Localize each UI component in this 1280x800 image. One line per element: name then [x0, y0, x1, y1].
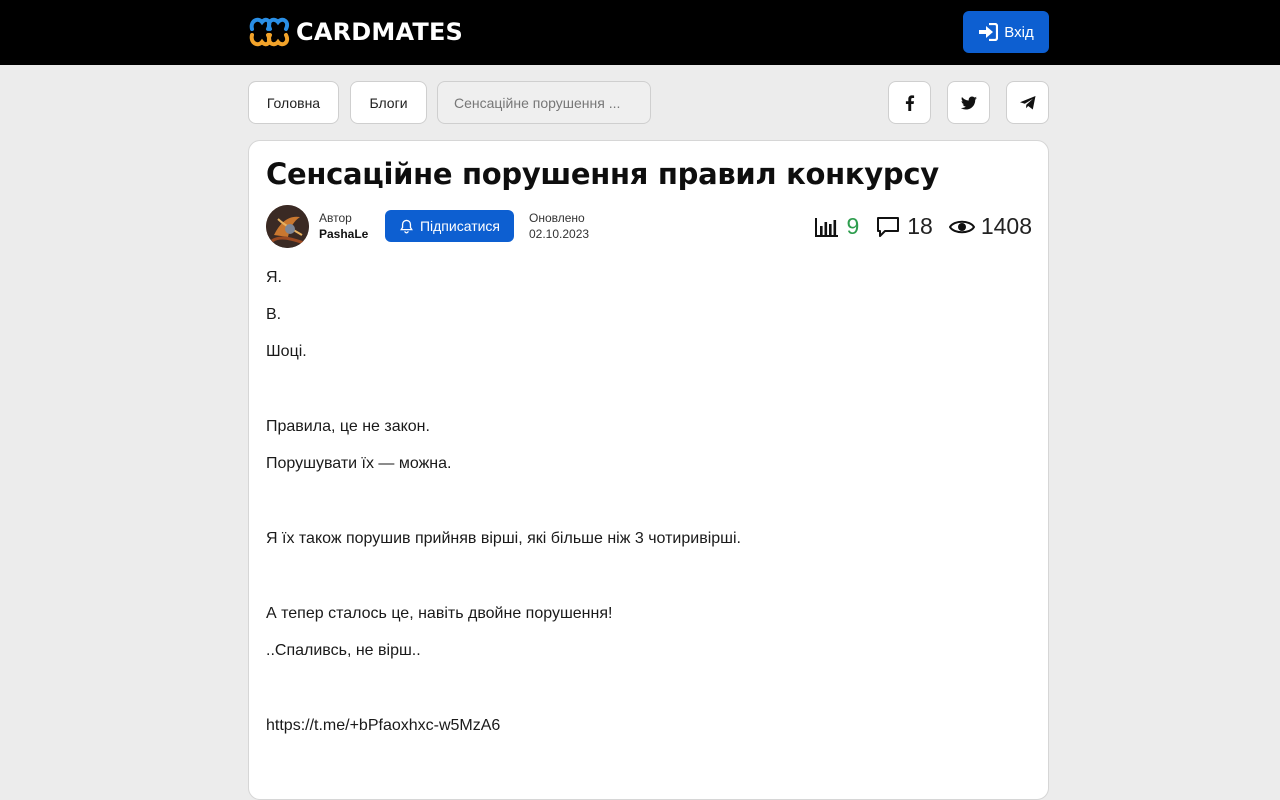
- post-paragraph: Я.: [266, 269, 282, 286]
- breadcrumb-current: Сенсаційне порушення ...: [437, 81, 651, 124]
- author-label: Автор: [319, 211, 352, 225]
- telegram-icon: [1019, 95, 1035, 109]
- updated-date: 02.10.2023: [529, 227, 590, 241]
- subscribe-button[interactable]: Підписатися: [385, 210, 514, 242]
- twitter-icon: [960, 96, 977, 109]
- share-twitter-button[interactable]: [947, 81, 990, 124]
- post-link[interactable]: https://t.me/+bPfaoxhxc-w5MzA6: [266, 717, 500, 735]
- login-label: Вхід: [1004, 23, 1034, 41]
- author-name[interactable]: PashaLe: [319, 226, 368, 242]
- updated-block: Оновлено 02.10.2023: [529, 210, 589, 242]
- logo[interactable]: CARDMATES: [248, 11, 463, 53]
- share-facebook-button[interactable]: [888, 81, 931, 124]
- post-paragraph: А тепер сталось це, навіть двойне поруше…: [266, 605, 613, 622]
- post-paragraph: Порушувати їх — можна.: [266, 455, 452, 472]
- post-paragraph: ..Спаливсь, не вірш..: [266, 642, 421, 659]
- comments-stat[interactable]: 18: [875, 213, 933, 240]
- post-title: Сенсаційне порушення правил конкурсу: [266, 157, 939, 191]
- sign-in-icon: [979, 23, 999, 41]
- post-paragraph: Шоці.: [266, 343, 307, 360]
- views-count: 1408: [980, 213, 1032, 239]
- post-card: Сенсаційне порушення правил конкурсу Авт…: [248, 140, 1049, 800]
- views-stat: 1408: [948, 213, 1032, 240]
- subscribe-label: Підписатися: [419, 218, 501, 234]
- facebook-icon: [905, 94, 914, 111]
- avatar-image: [266, 205, 309, 248]
- post-paragraph: Правила, це не закон.: [266, 418, 430, 435]
- rating-stat[interactable]: 9: [814, 213, 859, 240]
- comment-icon: [877, 216, 900, 237]
- eye-icon: [948, 220, 975, 233]
- updated-label: Оновлено: [529, 211, 585, 225]
- logo-mark-icon: [249, 17, 289, 47]
- share-telegram-button[interactable]: [1006, 81, 1049, 124]
- comments-count: 18: [907, 213, 933, 239]
- author-block: Автор PashaLe: [319, 210, 368, 242]
- breadcrumb-blogs[interactable]: Блоги: [350, 81, 427, 124]
- rating-value: 9: [846, 213, 860, 239]
- post-paragraph: В.: [266, 306, 282, 323]
- top-bar: CARDMATES Вхід: [0, 0, 1280, 65]
- post-stats: 9 18 1408: [814, 213, 1032, 240]
- post-paragraph: Я їх також порушив прийняв вірші, які бі…: [266, 530, 741, 547]
- bar-chart-icon: [815, 217, 839, 237]
- bell-icon: [400, 219, 413, 233]
- breadcrumb-home[interactable]: Головна: [248, 81, 339, 124]
- login-button[interactable]: Вхід: [963, 11, 1049, 53]
- brand-name: CARDMATES: [296, 18, 464, 46]
- avatar[interactable]: [266, 205, 309, 248]
